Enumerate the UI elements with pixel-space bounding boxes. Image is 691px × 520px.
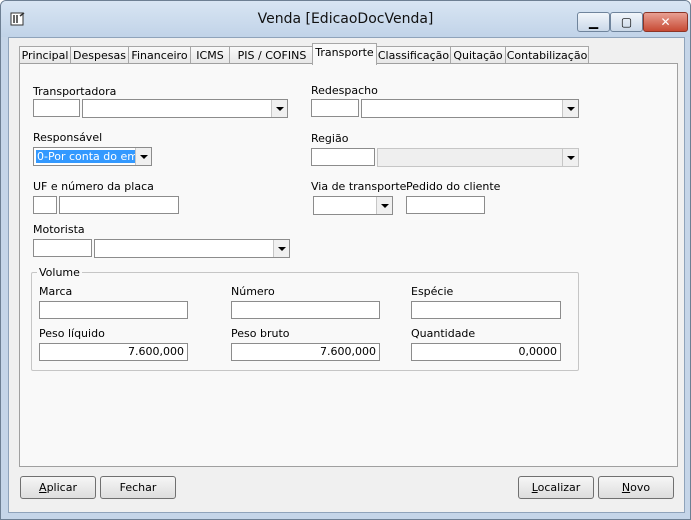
motorista-label: Motorista bbox=[33, 223, 85, 236]
minimize-icon: ▁ bbox=[588, 15, 599, 29]
placa-input[interactable] bbox=[59, 196, 179, 214]
uf-placa-label: UF e número da placa bbox=[33, 180, 154, 193]
close-icon: ✕ bbox=[660, 15, 671, 29]
marca-input[interactable] bbox=[39, 301, 188, 319]
transporte-panel: Transportadora Redespacho Responsável 0-… bbox=[19, 63, 678, 467]
novo-button[interactable]: Novo bbox=[598, 476, 674, 499]
maximize-button[interactable]: ▢ bbox=[610, 12, 643, 32]
app-window: Venda [EdicaoDocVenda] ▁ ▢ ✕ Principal D… bbox=[0, 0, 691, 520]
close-button[interactable]: ✕ bbox=[643, 12, 688, 32]
peso-bruto-label: Peso bruto bbox=[231, 327, 290, 340]
dropdown-arrow-icon[interactable] bbox=[135, 148, 151, 165]
novo-accel: N bbox=[621, 481, 631, 494]
aplicar-accel: A bbox=[39, 481, 47, 494]
tab-pis-cofins[interactable]: PIS / COFINS bbox=[229, 46, 315, 64]
aplicar-button[interactable]: Aplicar bbox=[20, 476, 96, 499]
tab-transporte[interactable]: Transporte bbox=[312, 43, 377, 65]
volume-group-title: Volume bbox=[37, 266, 82, 279]
redespacho-select[interactable] bbox=[361, 99, 579, 118]
tab-icms[interactable]: ICMS bbox=[190, 46, 230, 64]
redespacho-label: Redespacho bbox=[311, 84, 378, 97]
marca-label: Marca bbox=[39, 285, 73, 298]
numero-input[interactable] bbox=[231, 301, 380, 319]
regiao-label: Região bbox=[311, 132, 349, 145]
maximize-icon: ▢ bbox=[620, 15, 633, 29]
dropdown-arrow-icon[interactable] bbox=[376, 197, 392, 214]
transportadora-code-input[interactable] bbox=[33, 99, 80, 117]
volume-group: Volume Marca Número Espécie Peso líquido… bbox=[31, 266, 579, 371]
peso-bruto-input[interactable]: 7.600,000 bbox=[231, 343, 380, 361]
motorista-code-input[interactable] bbox=[33, 239, 92, 257]
especie-input[interactable] bbox=[411, 301, 561, 319]
tab-classificacao[interactable]: Classificação bbox=[376, 46, 451, 64]
pedido-cliente-label: Pedido do cliente bbox=[406, 180, 501, 193]
pedido-cliente-input[interactable] bbox=[406, 196, 485, 214]
especie-label: Espécie bbox=[411, 285, 454, 298]
responsavel-label: Responsável bbox=[33, 131, 103, 144]
fechar-button[interactable]: Fechar bbox=[100, 476, 176, 499]
dropdown-arrow-icon[interactable] bbox=[271, 100, 287, 117]
regiao-code-input[interactable] bbox=[311, 148, 375, 166]
peso-liquido-input[interactable]: 7.600,000 bbox=[39, 343, 188, 361]
quantidade-input[interactable]: 0,0000 bbox=[411, 343, 561, 361]
tab-principal[interactable]: Principal bbox=[19, 46, 71, 64]
tab-financeiro[interactable]: Financeiro bbox=[128, 46, 191, 64]
responsavel-value: 0-Por conta do emite bbox=[36, 150, 135, 163]
regiao-select bbox=[377, 148, 579, 167]
minimize-button[interactable]: ▁ bbox=[577, 12, 610, 32]
localizar-button[interactable]: Localizar bbox=[518, 476, 594, 499]
dropdown-arrow-icon[interactable] bbox=[562, 100, 578, 117]
transportadora-label: Transportadora bbox=[33, 85, 117, 98]
quantidade-label: Quantidade bbox=[411, 327, 476, 340]
tab-quitacao[interactable]: Quitação bbox=[450, 46, 506, 64]
aplicar-label: plicar bbox=[46, 481, 77, 494]
dropdown-arrow-icon bbox=[562, 149, 578, 166]
responsavel-select[interactable]: 0-Por conta do emite bbox=[33, 147, 152, 166]
title-bar[interactable]: Venda [EdicaoDocVenda] ▁ ▢ ✕ bbox=[1, 1, 690, 37]
dropdown-arrow-icon[interactable] bbox=[273, 240, 289, 257]
client-area: Principal Despesas Financeiro ICMS PIS /… bbox=[8, 37, 685, 513]
numero-label: Número bbox=[231, 285, 275, 298]
localizar-label: ocalizar bbox=[537, 481, 581, 494]
motorista-select[interactable] bbox=[94, 239, 290, 258]
novo-label: ovo bbox=[630, 481, 651, 494]
via-transporte-select[interactable] bbox=[313, 196, 393, 215]
transportadora-select[interactable] bbox=[82, 99, 288, 118]
peso-liquido-label: Peso líquido bbox=[39, 327, 105, 340]
tab-contabilizacao[interactable]: Contabilização bbox=[505, 46, 589, 64]
via-transporte-label: Via de transporte bbox=[311, 180, 407, 193]
uf-input[interactable] bbox=[33, 196, 57, 214]
tab-despesas[interactable]: Despesas bbox=[70, 46, 129, 64]
redespacho-code-input[interactable] bbox=[311, 99, 359, 117]
